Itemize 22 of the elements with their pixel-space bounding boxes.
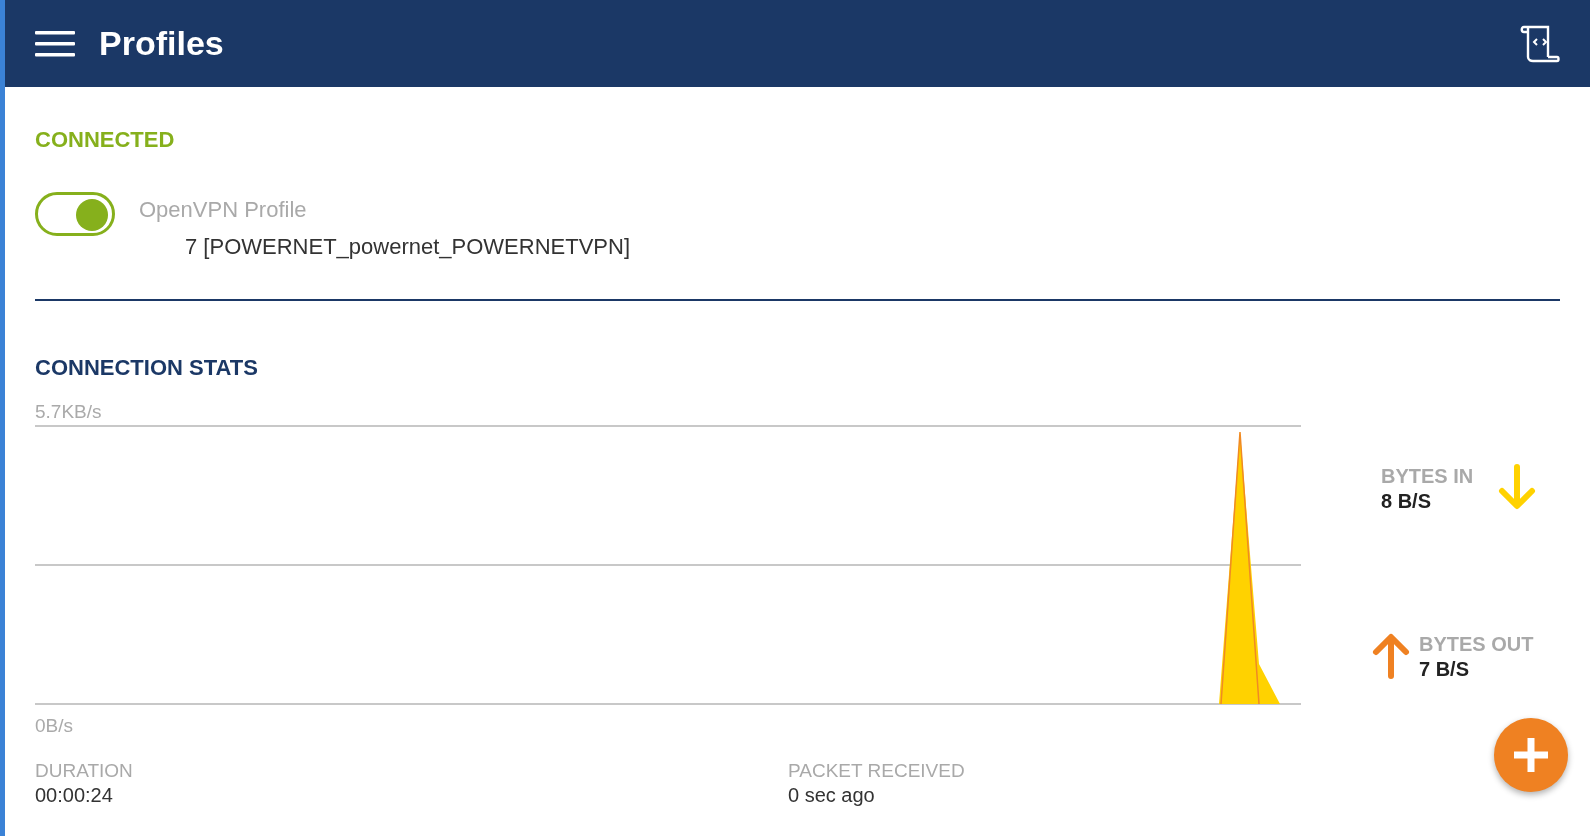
app-title: Profiles xyxy=(99,23,224,64)
stat-label: PACKET RECEIVED xyxy=(788,760,965,783)
bytes-out-value: 7 B/S xyxy=(1419,657,1471,682)
toggle-switch[interactable] xyxy=(35,192,115,236)
profile-type: OpenVPN Profile xyxy=(139,195,307,224)
bytes-out-label: BYTES OUT xyxy=(1419,632,1534,656)
menu-button[interactable] xyxy=(35,29,75,58)
add-button[interactable] xyxy=(1494,718,1568,792)
axis-label: 5.7KB/s xyxy=(35,401,102,422)
scroll-code-icon[interactable] xyxy=(1520,24,1560,63)
status-label: CONNECTED xyxy=(35,126,176,154)
stat-label: DURATION xyxy=(35,760,134,783)
section-title: CONNECTION STATS xyxy=(35,354,259,382)
down-arrow-icon xyxy=(1497,464,1538,510)
axis-label: 0B/s xyxy=(35,715,74,732)
plus-icon xyxy=(1511,735,1551,775)
up-arrow-icon xyxy=(1371,632,1411,680)
profile-name: 7 [POWERNET_powernet_POWERNETVPN] xyxy=(184,234,630,259)
stat-value: 00:00:24 xyxy=(35,782,114,807)
stat-value: 0 sec ago xyxy=(788,782,876,807)
bytes-in-label: BYTES IN xyxy=(1381,464,1474,488)
bytes-in-value: 8 B/S xyxy=(1381,489,1433,514)
